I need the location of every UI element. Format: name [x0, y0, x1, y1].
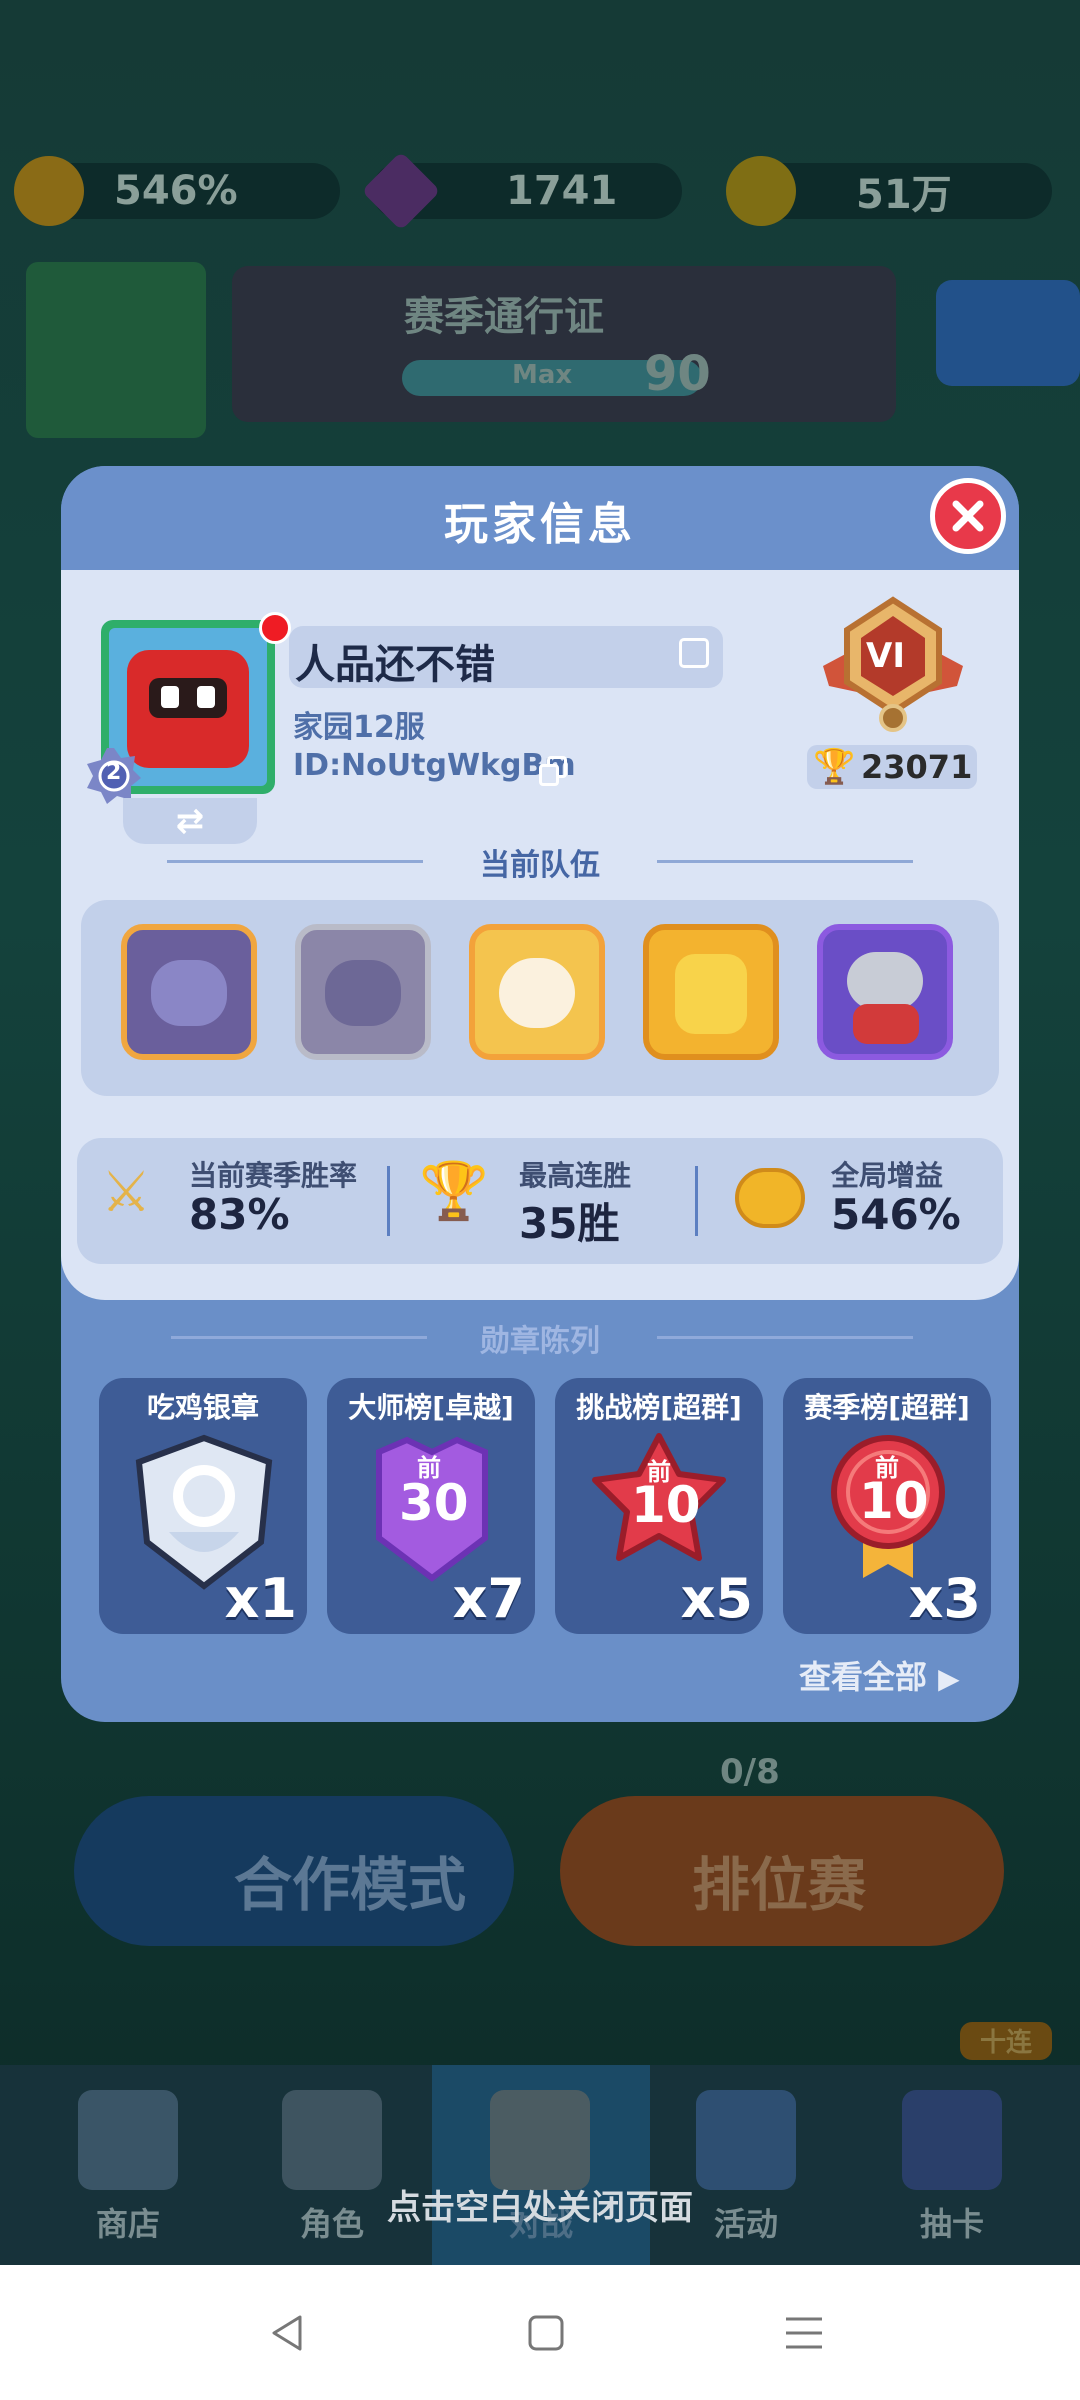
medal-card[interactable]: 赛季榜[超群] 前 10 x3	[783, 1378, 991, 1634]
divider	[657, 1336, 913, 1339]
player-info-modal: 玩家信息 2 ⇄ 人品还不错 家园12服 ID:NoUtgWkgBm VI 🏆 …	[61, 466, 1019, 1722]
trophy-count: 🏆 23071	[807, 745, 977, 789]
swap-arrows-icon: ⇄	[175, 801, 205, 841]
divider	[657, 860, 913, 863]
player-name-box[interactable]: 人品还不错	[289, 626, 723, 688]
medal-card[interactable]: 大师榜[卓越] 前 30 x7	[327, 1378, 535, 1634]
boost-pill[interactable]: 546%	[14, 156, 340, 226]
close-icon	[952, 500, 984, 532]
trophy-icon: 🏆	[419, 1159, 489, 1224]
badge-number: 10	[631, 1476, 701, 1534]
medal-name: 吃鸡银章	[146, 1391, 259, 1424]
rank-badge-text: VI	[866, 636, 905, 676]
player-server: 家园12服	[293, 710, 425, 745]
ranked-button[interactable]: 排位赛	[560, 1796, 1004, 1946]
season-pass-title: 赛季通行证	[404, 294, 604, 340]
hero-golden[interactable]	[643, 924, 779, 1060]
win-rate-value: 83%	[189, 1190, 290, 1239]
system-nav-bar	[0, 2265, 1080, 2400]
shop-icon	[78, 2090, 178, 2190]
coop-mode-label: 合作模式	[234, 1851, 467, 1919]
bottom-nav: 商店 角色 对战 活动 抽卡	[0, 2065, 1080, 2265]
medal-name: 赛季榜[超群]	[804, 1391, 970, 1424]
stats-box: ⚔ 当前赛季胜率 83% 🏆 最高连胜 35胜 全局增益 546%	[77, 1138, 1003, 1264]
nav-events[interactable]: 活动	[646, 2065, 846, 2265]
medal-name: 挑战榜[超群]	[576, 1391, 742, 1424]
avatar-level-number: 2	[106, 760, 122, 785]
global-boost-label: 全局增益	[831, 1159, 944, 1192]
coop-mode-button[interactable]: 合作模式	[74, 1796, 514, 1946]
edit-name-icon[interactable]	[679, 638, 709, 668]
player-name: 人品还不错	[295, 642, 495, 688]
medal-card[interactable]: 吃鸡银章 x1	[99, 1378, 307, 1634]
ranked-label: 排位赛	[692, 1851, 867, 1919]
menu-button[interactable]	[936, 280, 1080, 386]
gems-pill[interactable]: 1741	[361, 151, 682, 231]
boost-icon	[14, 156, 84, 226]
stat-divider	[387, 1166, 390, 1236]
max-streak-label: 最高连胜	[519, 1159, 632, 1192]
gems-value: 1741	[506, 168, 618, 214]
nav-gacha[interactable]: 抽卡	[852, 2065, 1052, 2265]
coins-pill[interactable]: 51万	[726, 156, 1052, 226]
coins-value: 51万	[856, 172, 952, 218]
win-rate-label: 当前赛季胜率	[189, 1159, 358, 1192]
hero-shadow[interactable]	[295, 924, 431, 1060]
medal-card[interactable]: 挑战榜[超群] 前 10 x5	[555, 1378, 763, 1634]
recents-menu-icon[interactable]	[784, 2313, 824, 2353]
swap-avatar-button[interactable]: ⇄	[123, 798, 257, 844]
medal-count: x5	[680, 1567, 753, 1630]
hero-knight[interactable]	[817, 924, 953, 1060]
star-shield-icon	[696, 2090, 796, 2190]
play-arrow-icon: ▶	[938, 1662, 960, 1695]
stat-divider	[695, 1166, 698, 1236]
nav-shop[interactable]: 商店	[28, 2065, 228, 2265]
badge-number: 10	[859, 1472, 929, 1530]
season-pass-level: 90	[644, 346, 711, 402]
hero-angel[interactable]	[469, 924, 605, 1060]
medal-count: x7	[452, 1567, 525, 1630]
view-all-link[interactable]: 查看全部 ▶	[799, 1652, 960, 1698]
ten-pull-badge: 十连	[960, 2022, 1052, 2060]
trophy-number: 23071	[861, 748, 973, 786]
mystery-box-icon	[902, 2090, 1002, 2190]
player-id: ID:NoUtgWkgBm	[293, 748, 576, 783]
player-avatar-behind[interactable]	[26, 262, 206, 438]
global-boost-value: 546%	[831, 1190, 961, 1239]
badge-number: 30	[399, 1474, 469, 1532]
notification-dot	[259, 612, 291, 644]
rank-badge[interactable]: VI	[813, 596, 973, 736]
nav-characters[interactable]: 角色	[232, 2065, 432, 2265]
medal-name: 大师榜[卓越]	[348, 1391, 514, 1424]
boost-value: 546%	[114, 168, 238, 214]
trophy-icon: 🏆	[813, 747, 856, 787]
close-button[interactable]	[930, 478, 1006, 554]
medal-count: x1	[224, 1567, 297, 1630]
global-boost-icon	[735, 1168, 805, 1228]
player-panel: 2 ⇄ 人品还不错 家园12服 ID:NoUtgWkgBm VI 🏆 23071…	[61, 570, 1019, 1300]
event-progress: 0/8	[720, 1752, 780, 1792]
back-icon[interactable]	[268, 2313, 308, 2353]
season-pass-banner[interactable]: 赛季通行证 Max 90	[232, 266, 896, 422]
pass-bar-label: Max	[512, 360, 573, 390]
close-hint: 点击空白处关闭页面	[387, 2188, 693, 2228]
avatar-level-badge: 2	[85, 746, 143, 804]
characters-icon	[282, 2090, 382, 2190]
crossed-swords-icon: ⚔	[101, 1160, 152, 1225]
copy-id-icon[interactable]	[539, 756, 569, 786]
medal-count: x3	[908, 1567, 981, 1630]
modal-header: 玩家信息	[61, 466, 1019, 570]
nav-battle[interactable]: 对战	[432, 2065, 650, 2265]
home-icon[interactable]	[526, 2313, 566, 2353]
modal-title: 玩家信息	[444, 499, 636, 550]
current-team	[81, 900, 999, 1096]
hero-dark-armor[interactable]	[121, 924, 257, 1060]
view-all-label: 查看全部	[799, 1658, 928, 1696]
crossed-swords-icon	[490, 2090, 590, 2190]
coin-icon	[726, 156, 796, 226]
max-streak-value: 35胜	[519, 1199, 620, 1248]
